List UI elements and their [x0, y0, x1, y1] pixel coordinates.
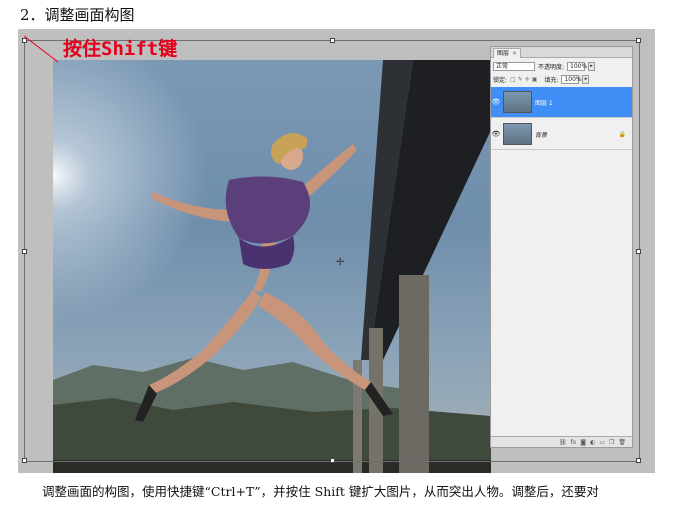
fill-input[interactable]: 100%	[561, 74, 582, 84]
transform-center-point[interactable]: ✛	[336, 258, 344, 268]
tab-layers-label: 图层	[497, 50, 510, 57]
transform-handle-middle-left[interactable]	[22, 249, 27, 254]
layer-thumbnail	[503, 91, 532, 113]
blend-opacity-row: 正常 不透明度: 100% ▸	[493, 61, 630, 71]
visibility-eye-icon[interactable]: 👁	[491, 130, 501, 138]
transform-handle-bottom-left[interactable]	[22, 458, 27, 463]
panel-footer-toolbar: ⛓ fx ◙ ◐ ▭ ❐ 🗑	[491, 436, 632, 447]
adjustment-icon[interactable]: ◐	[590, 439, 595, 446]
opacity-label: 不透明度:	[538, 63, 565, 71]
lock-options: □ ✎ ✛ ▣	[510, 76, 537, 83]
fx-icon[interactable]: fx	[571, 439, 577, 446]
transform-handle-top-center[interactable]	[330, 38, 335, 43]
layer-row-background[interactable]: 👁 背景 🔒	[491, 119, 632, 150]
document-canvas: ✛ 按住Shift键 图层 × 正常 不透明度: 100% ▸ 锁定: □ ✎ ✛…	[18, 29, 655, 473]
lock-all-icon[interactable]: ▣	[532, 76, 538, 83]
fill-label: 填充:	[544, 76, 559, 84]
blend-mode-value: 正常	[496, 62, 509, 70]
mask-icon[interactable]: ◙	[580, 439, 586, 446]
transform-handle-bottom-right[interactable]	[636, 458, 641, 463]
layer-name: 背景	[535, 131, 548, 139]
transform-handle-top-right[interactable]	[636, 38, 641, 43]
layers-panel: 图层 × 正常 不透明度: 100% ▸ 锁定: □ ✎ ✛ ▣ 填充: 100%…	[490, 46, 633, 448]
lock-transparency-icon[interactable]: □	[510, 76, 516, 83]
layer-name: 图层 1	[535, 99, 553, 107]
layer-row-layer1[interactable]: 👁 图层 1	[491, 87, 632, 118]
group-icon[interactable]: ▭	[599, 439, 605, 446]
transform-handle-bottom-center[interactable]	[330, 458, 335, 463]
link-icon[interactable]: ⛓	[559, 439, 567, 446]
new-layer-icon[interactable]: ❐	[609, 439, 614, 446]
tab-layers[interactable]: 图层 ×	[493, 48, 522, 58]
lock-icon: 🔒	[618, 130, 626, 138]
panel-tab-bar: 图层 ×	[491, 47, 632, 58]
opacity-input[interactable]: 100%	[567, 61, 587, 71]
visibility-eye-icon[interactable]: 👁	[491, 98, 501, 106]
section-heading: 2．调整画面构图	[20, 6, 135, 24]
transform-handle-middle-right[interactable]	[636, 249, 641, 254]
shift-key-annotation: 按住Shift键	[63, 38, 178, 60]
lock-pixels-icon[interactable]: ✎	[518, 76, 523, 83]
blend-mode-select[interactable]: 正常	[493, 61, 535, 71]
fill-dropdown-icon[interactable]: ▸	[582, 74, 590, 84]
trash-icon[interactable]: 🗑	[618, 439, 626, 446]
opacity-dropdown-icon[interactable]: ▸	[588, 61, 596, 71]
layer-thumbnail	[503, 123, 532, 145]
close-icon[interactable]: ×	[512, 50, 517, 57]
lock-position-icon[interactable]: ✛	[525, 76, 530, 83]
body-paragraph: 调整画面的构图，使用快捷键“Ctrl+T”，并按住 Shift 键扩大图片，从而…	[42, 484, 599, 499]
annotation-pointer-line	[23, 35, 59, 63]
lock-label: 锁定:	[493, 76, 508, 84]
lock-fill-row: 锁定: □ ✎ ✛ ▣ 填充: 100% ▸	[493, 74, 630, 84]
